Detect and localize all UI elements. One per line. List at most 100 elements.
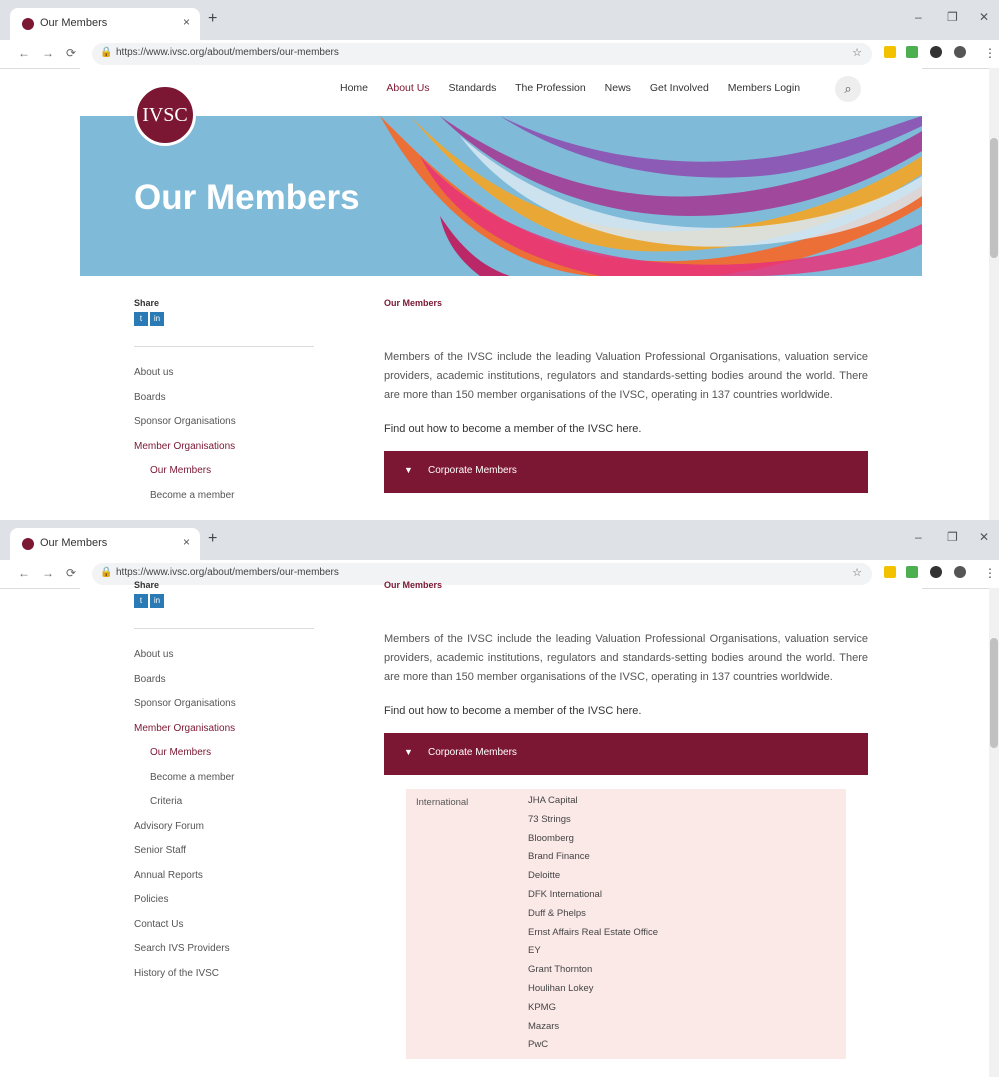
sidebar-item-advisory-forum[interactable]: Advisory Forum (134, 815, 314, 840)
member-item: DFK International (528, 888, 602, 900)
url-field[interactable]: 🔒 https://www.ivsc.org/about/members/our… (92, 43, 872, 65)
become-member-link[interactable]: Find out how to become a member of the I… (384, 423, 868, 435)
member-item: 73 Strings (528, 813, 571, 825)
tab-close-icon[interactable]: × (183, 15, 190, 29)
browser-window-top: Our Members × + – ❐ ✕ ← → ⟳ 🔒 https://ww… (0, 0, 999, 520)
tab-title: Our Members (40, 537, 108, 549)
profile-avatar-icon[interactable] (954, 566, 966, 578)
sidebar-item-criteria[interactable]: Criteria (134, 790, 314, 815)
url-text[interactable]: https://www.ivsc.org/about/members/our-m… (116, 567, 339, 578)
sidebar-item-search-ivs-providers[interactable]: Search IVS Providers (134, 937, 314, 962)
sidebar-item-contact-us[interactable]: Contact Us (134, 913, 314, 938)
nav-members-login[interactable]: Members Login (728, 82, 800, 94)
scrollbar-thumb[interactable] (990, 638, 998, 748)
back-icon[interactable]: ← (18, 566, 30, 580)
extension-yellow-icon[interactable] (884, 566, 896, 578)
maximize-icon[interactable]: ❐ (947, 10, 958, 24)
sidebar-item-become-a-member[interactable]: Become a member (134, 484, 314, 509)
scrollbar[interactable] (989, 588, 999, 1077)
extension-green-icon[interactable] (906, 566, 918, 578)
intro-paragraph: Members of the IVSC include the leading … (384, 633, 868, 683)
reload-icon[interactable]: ⟳ (66, 566, 76, 580)
url-text[interactable]: https://www.ivsc.org/about/members/our-m… (116, 47, 339, 58)
corporate-members-accordion[interactable]: ▼ Corporate Members (384, 451, 868, 493)
sidebar-item-about-us[interactable]: About us (134, 361, 314, 386)
extension-green-icon[interactable] (906, 46, 918, 58)
nav-news[interactable]: News (605, 82, 631, 94)
social-share: t in (134, 312, 314, 326)
nav-the-profession[interactable]: The Profession (515, 82, 586, 94)
sidebar-item-member-organisations[interactable]: Member Organisations (134, 435, 314, 460)
minimize-icon[interactable]: – (915, 530, 922, 544)
linkedin-icon[interactable]: in (150, 594, 164, 608)
close-window-icon[interactable]: ✕ (979, 10, 989, 24)
sidebar-divider (134, 346, 314, 347)
sidebar-item-member-organisations[interactable]: Member Organisations (134, 717, 314, 742)
extensions-puzzle-icon[interactable] (930, 46, 942, 58)
linkedin-icon[interactable]: in (150, 312, 164, 326)
nav-get-involved[interactable]: Get Involved (650, 82, 709, 94)
bookmark-star-icon[interactable]: ☆ (852, 46, 862, 59)
browser-menu-icon[interactable]: ⋮ (984, 46, 996, 60)
scrollbar-thumb[interactable] (990, 138, 998, 258)
share-label: Share (134, 580, 160, 590)
sidebar-item-annual-reports[interactable]: Annual Reports (134, 864, 314, 889)
search-icon[interactable]: ⌕ (835, 76, 861, 102)
sidebar-item-boards[interactable]: Boards (134, 386, 314, 411)
site-header: IVSC Home About Us Standards The Profess… (80, 68, 922, 146)
accordion-label: Corporate Members (428, 465, 517, 476)
nav-about-us[interactable]: About Us (386, 82, 429, 94)
intro-paragraph: Members of the IVSC include the leading … (384, 351, 868, 401)
tab-close-icon[interactable]: × (183, 535, 190, 549)
profile-avatar-icon[interactable] (954, 46, 966, 58)
browser-window-bottom: Our Members × + – ❐ ✕ ← → ⟳ 🔒 https://ww… (0, 520, 999, 1077)
member-item: Brand Finance (528, 851, 590, 863)
maximize-icon[interactable]: ❐ (947, 530, 958, 544)
sidebar-item-sponsor-organisations[interactable]: Sponsor Organisations (134, 692, 314, 717)
sidebar-item-sponsor-organisations[interactable]: Sponsor Organisations (134, 410, 314, 435)
minimize-icon[interactable]: – (915, 10, 922, 24)
sidebar-item-history-of-the-ivsc[interactable]: History of the IVSC (134, 962, 314, 987)
nav-home[interactable]: Home (340, 82, 368, 94)
browser-tab[interactable]: Our Members × (10, 528, 200, 560)
sidebar-item-policies[interactable]: Policies (134, 888, 314, 913)
member-item: JHA Capital (528, 795, 578, 806)
browser-tab[interactable]: Our Members × (10, 8, 200, 40)
corporate-members-accordion[interactable]: ▼ Corporate Members (384, 733, 868, 775)
new-tab-icon[interactable]: + (208, 10, 217, 28)
extensions-puzzle-icon[interactable] (930, 566, 942, 578)
sidebar-item-senior-staff[interactable]: Senior Staff (134, 839, 314, 864)
scrollbar[interactable] (989, 68, 999, 520)
forward-icon[interactable]: → (42, 566, 54, 580)
sidebar-item-become-a-member[interactable]: Become a member (134, 766, 314, 791)
twitter-icon[interactable]: t (134, 312, 148, 326)
extension-yellow-icon[interactable] (884, 46, 896, 58)
member-item: Grant Thornton (528, 964, 593, 976)
member-item: EY (528, 945, 541, 957)
social-share: t in (134, 594, 314, 608)
ivsc-logo[interactable]: IVSC (134, 84, 196, 146)
member-item: Houlihan Lokey (528, 982, 594, 994)
sidebar-item-our-members[interactable]: Our Members (134, 459, 314, 484)
member-item: Bloomberg (528, 832, 574, 844)
member-item: PwC (528, 1039, 549, 1051)
reload-icon[interactable]: ⟳ (66, 46, 76, 60)
forward-icon[interactable]: → (42, 46, 54, 60)
sidebar-item-boards[interactable]: Boards (134, 668, 314, 693)
twitter-icon[interactable]: t (134, 594, 148, 608)
browser-menu-icon[interactable]: ⋮ (984, 566, 996, 580)
sidebar-item-about-us[interactable]: About us (134, 643, 314, 668)
new-tab-icon[interactable]: + (208, 530, 217, 548)
bookmark-star-icon[interactable]: ☆ (852, 566, 862, 579)
caret-down-icon: ▼ (404, 747, 413, 757)
top-navigation: Home About Us Standards The Profession N… (340, 82, 816, 94)
become-member-link[interactable]: Find out how to become a member of the I… (384, 705, 868, 717)
hero-banner: Our Members (80, 116, 922, 276)
close-window-icon[interactable]: ✕ (979, 530, 989, 544)
back-icon[interactable]: ← (18, 46, 30, 60)
web-page: Share t in About us Boards Sponsor Organi… (80, 580, 922, 1077)
sidebar-item-our-members[interactable]: Our Members (134, 741, 314, 766)
nav-standards[interactable]: Standards (448, 82, 496, 94)
sidebar-divider (134, 628, 314, 629)
favicon-icon (22, 18, 34, 30)
